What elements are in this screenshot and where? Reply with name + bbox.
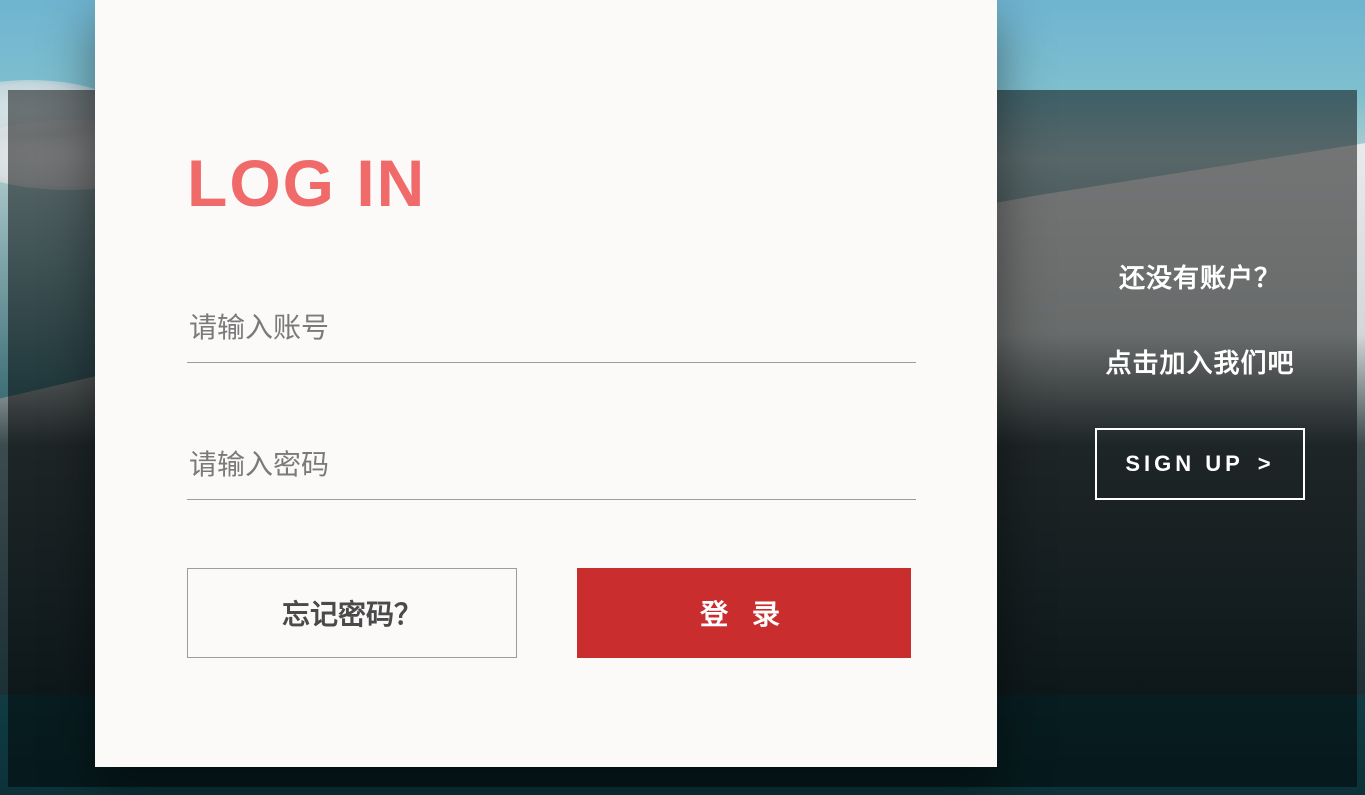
- sign-up-button[interactable]: SIGN UP >: [1095, 428, 1305, 500]
- sign-up-label: SIGN UP: [1125, 451, 1243, 477]
- login-title: LOG IN: [187, 145, 912, 221]
- signup-prompt: 还没有账户？ 点击加入我们吧 SIGN UP >: [1060, 258, 1340, 500]
- button-row: 忘记密码？ 登 录: [187, 568, 912, 658]
- username-input[interactable]: [187, 306, 916, 363]
- signup-prompt-line1: 还没有账户？: [1060, 258, 1340, 295]
- username-field-wrapper: [187, 306, 912, 363]
- login-button[interactable]: 登 录: [577, 568, 911, 658]
- login-card: LOG IN 忘记密码？ 登 录: [95, 0, 997, 767]
- signup-prompt-line2: 点击加入我们吧: [1060, 343, 1340, 380]
- background: LOG IN 忘记密码？ 登 录 还没有账户？ 点击加入我们吧 SIGN UP …: [0, 0, 1365, 795]
- chevron-right-icon: >: [1258, 451, 1275, 477]
- password-input[interactable]: [187, 443, 916, 500]
- password-field-wrapper: [187, 443, 912, 500]
- forgot-password-button[interactable]: 忘记密码？: [187, 568, 517, 658]
